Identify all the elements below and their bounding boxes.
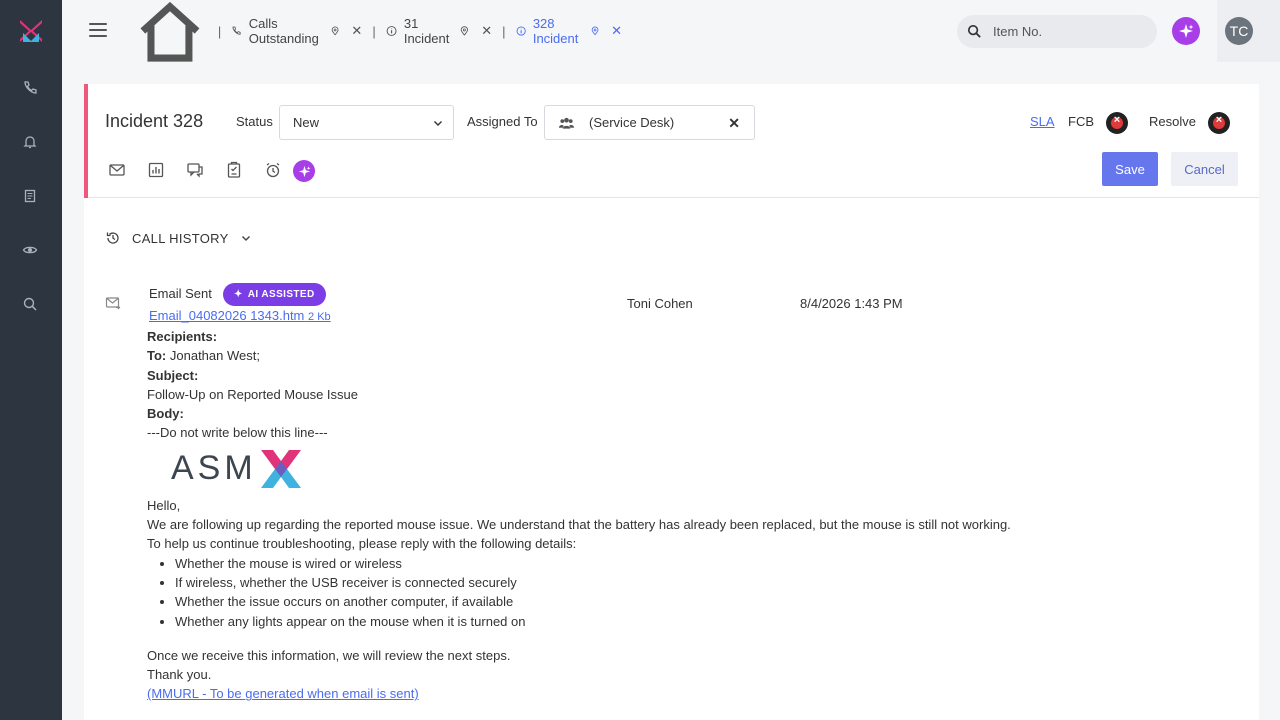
brand-x-icon bbox=[260, 449, 301, 488]
call-history-toggle[interactable]: CALL HISTORY bbox=[105, 230, 251, 246]
list-item: If wireless, whether the USB receiver is… bbox=[175, 573, 1047, 592]
avatar[interactable]: TC bbox=[1225, 17, 1253, 45]
pin-icon[interactable] bbox=[591, 25, 599, 37]
tab-328-incident[interactable]: 328 Incident ✕ bbox=[516, 16, 622, 46]
sparkle-icon bbox=[298, 165, 311, 177]
list-item: Whether any lights appear on the mouse w… bbox=[175, 612, 1047, 631]
mm-url-link[interactable]: (MMURL - To be generated when email is s… bbox=[147, 686, 419, 701]
card-accent-bar bbox=[84, 84, 88, 198]
status-select[interactable]: New bbox=[279, 105, 454, 140]
cancel-button[interactable]: Cancel bbox=[1171, 152, 1238, 186]
tab-label: Calls Outstanding bbox=[248, 16, 319, 46]
left-rail bbox=[0, 0, 62, 720]
resolve-status-icon[interactable] bbox=[1208, 112, 1230, 134]
breadcrumb-tabs: | Calls Outstanding ✕ | 31 Incident ✕ | … bbox=[132, 1, 622, 62]
search-input[interactable] bbox=[993, 24, 1143, 39]
chat-icon[interactable] bbox=[186, 161, 204, 179]
tab-calls-outstanding[interactable]: Calls Outstanding ✕ bbox=[231, 16, 362, 46]
fcb-label: FCB bbox=[1068, 114, 1094, 129]
info-icon bbox=[516, 26, 526, 36]
info-icon bbox=[386, 26, 397, 36]
resolve-label: Resolve bbox=[1149, 114, 1196, 129]
divider-line: ---Do not write below this line--- bbox=[147, 425, 328, 441]
assigned-to-label: Assigned To bbox=[467, 114, 538, 129]
subject-value: Follow-Up on Reported Mouse Issue bbox=[147, 386, 358, 402]
sparkle-icon: ✦ bbox=[234, 289, 243, 300]
search-icon[interactable] bbox=[967, 24, 982, 39]
ai-assisted-badge: ✦ AI ASSISTED bbox=[223, 283, 326, 306]
status-value: New bbox=[293, 115, 320, 130]
thanks-text: Thank you. bbox=[147, 667, 212, 683]
email-sent-icon bbox=[105, 297, 121, 310]
asmx-logo: ASM bbox=[171, 446, 1047, 492]
logo-x-icon[interactable] bbox=[19, 19, 43, 43]
menu-icon[interactable] bbox=[89, 23, 107, 39]
group-icon bbox=[559, 117, 574, 129]
eye-icon[interactable] bbox=[22, 242, 38, 258]
page-title: Incident 328 bbox=[105, 111, 204, 131]
user-area: TC bbox=[1217, 0, 1280, 62]
pin-icon[interactable] bbox=[460, 25, 469, 37]
attachment-size: 2 Kb bbox=[308, 311, 331, 323]
ai-assistant-button[interactable] bbox=[1172, 17, 1200, 45]
history-icon bbox=[106, 232, 119, 244]
list-item: Whether the mouse is wired or wireless bbox=[175, 554, 1047, 573]
close-icon[interactable]: ✕ bbox=[481, 23, 492, 39]
top-bar: | Calls Outstanding ✕ | 31 Incident ✕ | … bbox=[62, 0, 1280, 62]
search-icon[interactable] bbox=[22, 296, 38, 312]
attachment-name: Email_04082026 1343.htm bbox=[149, 308, 305, 323]
report-icon[interactable] bbox=[147, 161, 165, 179]
closing-text: Once we receive this information, we wil… bbox=[147, 647, 511, 663]
close-icon[interactable]: ✕ bbox=[611, 23, 622, 39]
home-icon[interactable] bbox=[132, 0, 208, 69]
to-label: To: bbox=[147, 348, 167, 364]
tab-label: 328 Incident bbox=[532, 16, 579, 46]
brand-word: ASM bbox=[171, 449, 257, 488]
to-value: Jonathan West; bbox=[169, 348, 260, 364]
bell-icon[interactable] bbox=[22, 134, 38, 150]
clear-icon[interactable]: ✕ bbox=[728, 115, 740, 132]
phone-icon bbox=[232, 26, 241, 35]
incident-header: Incident 328 Status New Assigned To (Ser… bbox=[84, 84, 1259, 198]
sla-link[interactable]: SLA bbox=[1030, 114, 1055, 129]
body-label: Body: bbox=[147, 406, 184, 422]
save-button[interactable]: Save bbox=[1102, 152, 1158, 186]
ai-assist-button[interactable] bbox=[293, 160, 315, 182]
entry-title: Email Sent bbox=[149, 286, 212, 301]
call-history-heading: CALL HISTORY bbox=[132, 230, 229, 246]
attachment-link[interactable]: Email_04082026 1343.htm 2 Kb bbox=[149, 308, 331, 323]
sparkle-icon bbox=[1179, 24, 1194, 38]
email-icon[interactable] bbox=[108, 161, 126, 179]
recipients-label: Recipients: bbox=[147, 329, 218, 344]
book-icon[interactable] bbox=[22, 188, 38, 204]
paragraph-2: To help us continue troubleshooting, ple… bbox=[147, 536, 577, 552]
assigned-value: (Service Desk) bbox=[589, 115, 675, 130]
ai-badge-label: AI ASSISTED bbox=[247, 289, 315, 300]
alarm-clock-icon[interactable] bbox=[264, 161, 282, 179]
tab-31-incident[interactable]: 31 Incident ✕ bbox=[386, 16, 492, 46]
chevron-down-icon bbox=[434, 121, 442, 126]
tab-label: 31 Incident bbox=[403, 16, 450, 46]
subject-label: Subject: bbox=[147, 367, 199, 383]
entry-timestamp: 8/4/2026 1:43 PM bbox=[800, 296, 903, 311]
fcb-status-icon[interactable] bbox=[1106, 112, 1128, 134]
entry-agent: Toni Cohen bbox=[627, 296, 693, 311]
greeting: Hello, bbox=[147, 497, 181, 513]
phone-icon[interactable] bbox=[22, 80, 38, 96]
clipboard-icon[interactable] bbox=[225, 161, 243, 179]
item-search bbox=[957, 15, 1157, 48]
email-content: Recipients: To: Jonathan West; Subject: … bbox=[147, 327, 1047, 704]
paragraph-1: We are following up regarding the report… bbox=[147, 517, 1011, 533]
chevron-down-icon bbox=[241, 236, 250, 241]
list-item: Whether the issue occurs on another comp… bbox=[175, 592, 1047, 611]
status-label: Status bbox=[236, 114, 273, 129]
details-list: Whether the mouse is wired or wireless I… bbox=[175, 554, 1047, 631]
assigned-to-field[interactable]: (Service Desk) ✕ bbox=[544, 105, 755, 140]
pin-icon[interactable] bbox=[331, 25, 339, 37]
incident-card: Incident 328 Status New Assigned To (Ser… bbox=[84, 84, 1259, 720]
close-icon[interactable]: ✕ bbox=[351, 23, 362, 39]
